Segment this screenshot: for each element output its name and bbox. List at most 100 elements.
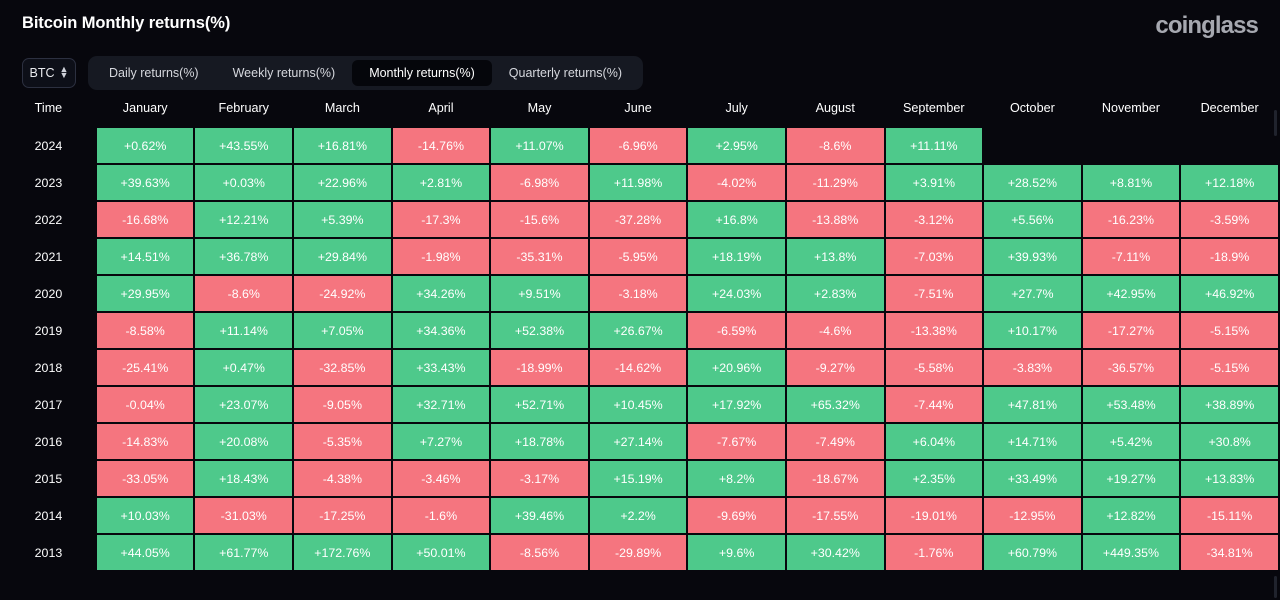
return-cell[interactable]: -4.6%: [787, 313, 884, 348]
return-cell[interactable]: -17.25%: [294, 498, 391, 533]
return-cell[interactable]: +43.55%: [195, 128, 292, 163]
return-cell[interactable]: -8.56%: [491, 535, 588, 570]
return-cell[interactable]: +22.96%: [294, 165, 391, 200]
tab-monthly-returns[interactable]: Monthly returns(%): [352, 60, 492, 86]
return-cell[interactable]: +61.77%: [195, 535, 292, 570]
return-cell[interactable]: -16.68%: [97, 202, 194, 237]
tab-daily-returns[interactable]: Daily returns(%): [92, 60, 216, 86]
return-cell[interactable]: -6.98%: [491, 165, 588, 200]
return-cell[interactable]: -6.59%: [688, 313, 785, 348]
return-cell[interactable]: +34.36%: [393, 313, 490, 348]
return-cell[interactable]: +30.8%: [1181, 424, 1278, 459]
return-cell[interactable]: -24.92%: [294, 276, 391, 311]
tab-weekly-returns[interactable]: Weekly returns(%): [216, 60, 353, 86]
return-cell[interactable]: -6.96%: [590, 128, 687, 163]
return-cell[interactable]: +5.39%: [294, 202, 391, 237]
return-cell[interactable]: +12.82%: [1083, 498, 1180, 533]
return-cell[interactable]: +39.63%: [97, 165, 194, 200]
return-cell[interactable]: +11.98%: [590, 165, 687, 200]
return-cell[interactable]: -0.04%: [97, 387, 194, 422]
return-cell[interactable]: +33.43%: [393, 350, 490, 385]
return-cell[interactable]: -8.6%: [195, 276, 292, 311]
return-cell[interactable]: -4.02%: [688, 165, 785, 200]
return-cell[interactable]: +53.48%: [1083, 387, 1180, 422]
return-cell[interactable]: -3.83%: [984, 350, 1081, 385]
return-cell[interactable]: -11.29%: [787, 165, 884, 200]
return-cell[interactable]: +60.79%: [984, 535, 1081, 570]
return-cell[interactable]: -25.41%: [97, 350, 194, 385]
return-cell[interactable]: +3.91%: [886, 165, 983, 200]
return-cell[interactable]: +52.71%: [491, 387, 588, 422]
return-cell[interactable]: +44.05%: [97, 535, 194, 570]
return-cell[interactable]: +15.19%: [590, 461, 687, 496]
return-cell[interactable]: -29.89%: [590, 535, 687, 570]
return-cell[interactable]: +18.19%: [688, 239, 785, 274]
return-cell[interactable]: +14.71%: [984, 424, 1081, 459]
return-cell[interactable]: -3.12%: [886, 202, 983, 237]
return-cell[interactable]: -1.98%: [393, 239, 490, 274]
return-cell[interactable]: -14.62%: [590, 350, 687, 385]
return-cell[interactable]: +449.35%: [1083, 535, 1180, 570]
return-cell[interactable]: +12.21%: [195, 202, 292, 237]
return-cell[interactable]: +8.2%: [688, 461, 785, 496]
return-cell[interactable]: +13.83%: [1181, 461, 1278, 496]
return-cell[interactable]: +8.81%: [1083, 165, 1180, 200]
return-cell[interactable]: +2.95%: [688, 128, 785, 163]
return-cell[interactable]: +6.04%: [886, 424, 983, 459]
return-cell[interactable]: +9.6%: [688, 535, 785, 570]
return-cell[interactable]: -13.88%: [787, 202, 884, 237]
return-cell[interactable]: -5.35%: [294, 424, 391, 459]
return-cell[interactable]: +38.89%: [1181, 387, 1278, 422]
return-cell[interactable]: +27.7%: [984, 276, 1081, 311]
return-cell[interactable]: +36.78%: [195, 239, 292, 274]
return-cell[interactable]: -7.49%: [787, 424, 884, 459]
return-cell[interactable]: +34.26%: [393, 276, 490, 311]
return-cell[interactable]: +29.84%: [294, 239, 391, 274]
return-cell[interactable]: +24.03%: [688, 276, 785, 311]
return-cell[interactable]: +23.07%: [195, 387, 292, 422]
return-cell[interactable]: -19.01%: [886, 498, 983, 533]
return-cell[interactable]: +42.95%: [1083, 276, 1180, 311]
return-cell[interactable]: -5.15%: [1181, 313, 1278, 348]
return-cell[interactable]: +10.17%: [984, 313, 1081, 348]
return-cell[interactable]: -37.28%: [590, 202, 687, 237]
return-cell[interactable]: -7.67%: [688, 424, 785, 459]
return-cell[interactable]: +5.56%: [984, 202, 1081, 237]
return-cell[interactable]: +18.43%: [195, 461, 292, 496]
return-cell[interactable]: +39.93%: [984, 239, 1081, 274]
return-cell[interactable]: -9.69%: [688, 498, 785, 533]
scrollbar-thumb-bottom[interactable]: [1274, 576, 1277, 598]
return-cell[interactable]: -13.38%: [886, 313, 983, 348]
return-cell[interactable]: -17.3%: [393, 202, 490, 237]
return-cell[interactable]: -17.27%: [1083, 313, 1180, 348]
return-cell[interactable]: +39.46%: [491, 498, 588, 533]
return-cell[interactable]: +46.92%: [1181, 276, 1278, 311]
return-cell[interactable]: +20.96%: [688, 350, 785, 385]
return-cell[interactable]: +7.05%: [294, 313, 391, 348]
tab-quarterly-returns[interactable]: Quarterly returns(%): [492, 60, 639, 86]
return-cell[interactable]: -12.95%: [984, 498, 1081, 533]
return-cell[interactable]: -34.81%: [1181, 535, 1278, 570]
return-cell[interactable]: -15.11%: [1181, 498, 1278, 533]
return-cell[interactable]: -8.58%: [97, 313, 194, 348]
return-cell[interactable]: +11.11%: [886, 128, 983, 163]
return-cell[interactable]: -16.23%: [1083, 202, 1180, 237]
return-cell[interactable]: +2.81%: [393, 165, 490, 200]
return-cell[interactable]: +50.01%: [393, 535, 490, 570]
return-cell[interactable]: -7.11%: [1083, 239, 1180, 274]
scrollbar-thumb-top[interactable]: [1274, 110, 1277, 136]
return-cell[interactable]: -14.76%: [393, 128, 490, 163]
return-cell[interactable]: +26.67%: [590, 313, 687, 348]
return-cell[interactable]: +7.27%: [393, 424, 490, 459]
return-cell[interactable]: -17.55%: [787, 498, 884, 533]
return-cell[interactable]: -5.15%: [1181, 350, 1278, 385]
return-cell[interactable]: +29.95%: [97, 276, 194, 311]
return-cell[interactable]: +12.18%: [1181, 165, 1278, 200]
return-cell[interactable]: -1.76%: [886, 535, 983, 570]
return-cell[interactable]: +10.45%: [590, 387, 687, 422]
return-cell[interactable]: +11.07%: [491, 128, 588, 163]
return-cell[interactable]: +13.8%: [787, 239, 884, 274]
return-cell[interactable]: -18.67%: [787, 461, 884, 496]
return-cell[interactable]: +16.81%: [294, 128, 391, 163]
return-cell[interactable]: -18.99%: [491, 350, 588, 385]
